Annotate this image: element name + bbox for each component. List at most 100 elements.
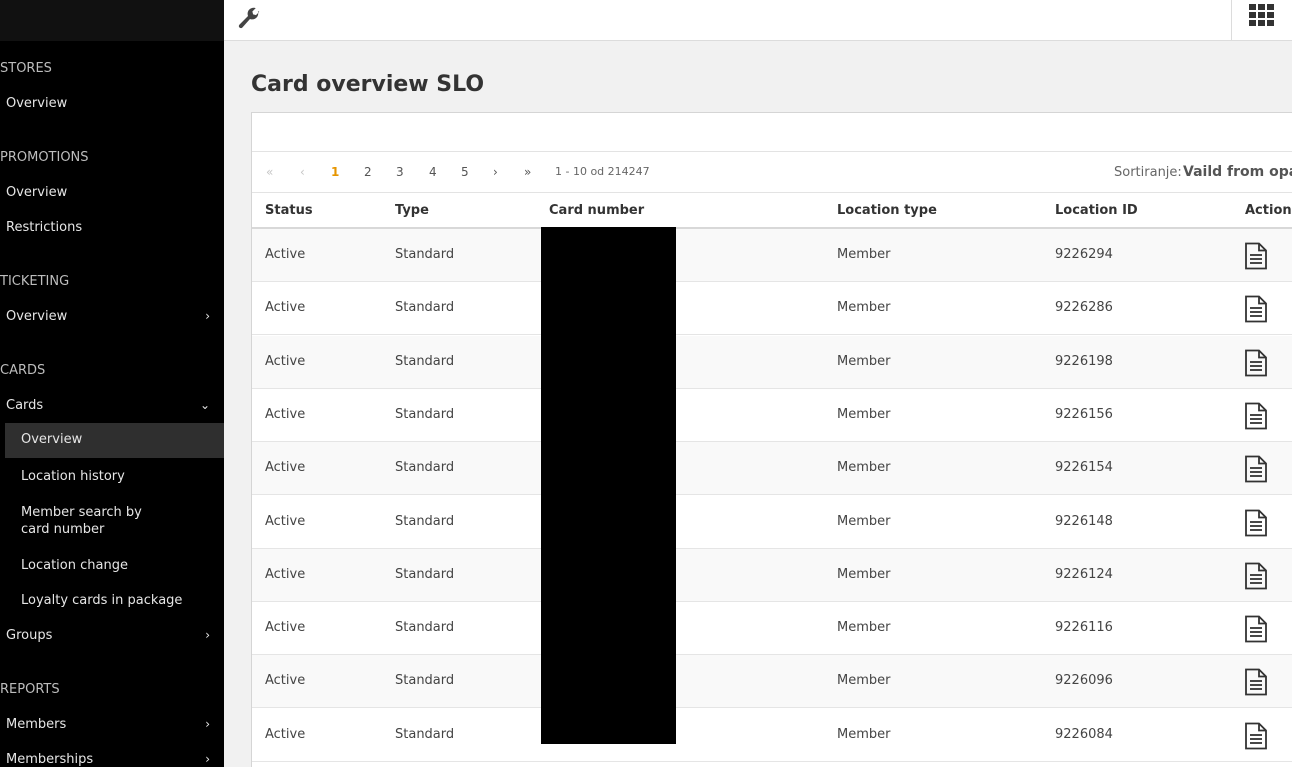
pagination-info: 1 - 10 od 214247 — [555, 165, 650, 178]
cell-location-type: Member — [837, 247, 891, 262]
last-page-button[interactable]: » — [524, 165, 531, 179]
cell-status: Active — [265, 620, 306, 636]
sidebar-item-label: Cards — [6, 398, 44, 413]
sidebar-subitem-loyalty-cards[interactable]: Loyalty cards in package — [5, 592, 224, 609]
cell-location-type: Member — [837, 460, 891, 476]
cell-location-id: 9226096 — [1055, 673, 1113, 689]
page-4-button[interactable]: 4 — [429, 165, 437, 179]
cell-type: Standard — [395, 673, 455, 689]
section-title-cards: CARDS — [0, 363, 46, 378]
table-row[interactable]: Active Standard Member 9226084 — [252, 709, 1292, 762]
sidebar-subitem-location-change[interactable]: Location change — [5, 557, 224, 574]
chevron-right-icon: › — [205, 309, 210, 323]
sidebar-item-stores-overview[interactable]: Overview — [6, 96, 224, 111]
column-header-status[interactable]: Status — [265, 203, 313, 218]
cell-location-id: 9226294 — [1055, 247, 1113, 262]
page-5-button[interactable]: 5 — [461, 165, 469, 179]
cell-type: Standard — [395, 300, 455, 316]
document-icon[interactable] — [1244, 295, 1268, 323]
cell-location-id: 9226124 — [1055, 566, 1113, 582]
document-icon[interactable] — [1244, 455, 1268, 483]
cell-type: Standard — [395, 620, 455, 636]
column-header-location-id[interactable]: Location ID — [1055, 203, 1138, 218]
cell-type: Standard — [395, 460, 455, 476]
document-icon[interactable] — [1244, 402, 1268, 430]
page-3-button[interactable]: 3 — [396, 165, 404, 179]
column-header-card-number[interactable]: Card number — [549, 203, 644, 218]
section-title-stores: STORES — [0, 61, 52, 76]
document-icon[interactable] — [1244, 615, 1268, 643]
cell-location-type: Member — [837, 406, 891, 422]
column-header-type[interactable]: Type — [395, 203, 429, 218]
cell-status: Active — [265, 406, 306, 422]
column-header-location-type[interactable]: Location type — [837, 203, 937, 218]
cell-location-type: Member — [837, 513, 891, 529]
sort-label: Sortiranje: — [1114, 165, 1182, 180]
page-1-button[interactable]: 1 — [331, 165, 339, 179]
table-row[interactable]: Active Standard Member 9226154 — [252, 442, 1292, 496]
table-row[interactable]: Active Standard Member 9226148 — [252, 496, 1292, 549]
table-row[interactable]: Active Standard Member 9226294 — [252, 229, 1292, 282]
wrench-icon[interactable] — [236, 5, 262, 31]
sidebar-header — [0, 0, 224, 41]
cell-status: Active — [265, 726, 306, 742]
table-row[interactable]: Active Standard Member 9226286 — [252, 282, 1292, 336]
table-row[interactable]: Active Standard Member 9226198 — [252, 335, 1292, 389]
page-title: Card overview SLO — [251, 72, 485, 97]
cell-location-id: 9226198 — [1055, 353, 1113, 369]
sidebar-subitem-member-search[interactable]: Member search by card number — [5, 504, 224, 538]
cell-location-type: Member — [837, 300, 891, 316]
section-title-promotions: PROMOTIONS — [0, 150, 89, 165]
apps-grid-icon — [1249, 4, 1274, 26]
sidebar-item-groups[interactable]: Groups › — [6, 628, 224, 643]
document-icon[interactable] — [1244, 349, 1268, 377]
first-page-button[interactable]: « — [266, 165, 273, 179]
sidebar-item-cards[interactable]: Cards ⌄ — [6, 398, 224, 413]
sidebar-subitem-overview[interactable]: Overview — [5, 423, 224, 458]
page-2-button[interactable]: 2 — [364, 165, 372, 179]
pagination-bar: « ‹ 1 2 3 4 5 › » 1 - 10 od 214247 Sorti… — [252, 153, 1292, 193]
sidebar-item-restrictions[interactable]: Restrictions — [6, 220, 224, 235]
cell-status: Active — [265, 513, 306, 529]
next-page-button[interactable]: › — [493, 165, 498, 179]
document-icon[interactable] — [1244, 509, 1268, 537]
table-row[interactable]: Active Standard Member 9226116 — [252, 602, 1292, 656]
sidebar-item-ticketing-overview[interactable]: Overview › — [6, 309, 224, 324]
cell-status: Active — [265, 353, 306, 369]
card-number-redaction — [541, 227, 676, 744]
cell-location-type: Member — [837, 566, 891, 582]
table-row[interactable]: Active Standard Member 9226124 — [252, 548, 1292, 602]
table-row[interactable]: Active Standard Member 9226096 — [252, 655, 1292, 709]
cell-type: Standard — [395, 726, 455, 742]
card-overview-panel: « ‹ 1 2 3 4 5 › » 1 - 10 od 214247 Sorti… — [251, 112, 1292, 767]
cell-status: Active — [265, 673, 306, 689]
document-icon[interactable] — [1244, 562, 1268, 590]
cell-location-type: Member — [837, 620, 891, 636]
apps-grid-button[interactable] — [1231, 0, 1292, 40]
sort-select[interactable]: Vaild from opada — [1183, 164, 1292, 180]
cell-location-id: 9226154 — [1055, 460, 1113, 476]
cell-status: Active — [265, 300, 306, 316]
prev-page-button[interactable]: ‹ — [300, 165, 305, 179]
sidebar-item-memberships[interactable]: Memberships › — [6, 752, 224, 767]
panel-header — [252, 113, 1292, 152]
chevron-right-icon: › — [205, 752, 210, 766]
sidebar-subitem-location-history[interactable]: Location history — [5, 468, 224, 485]
cell-status: Active — [265, 247, 306, 262]
document-icon[interactable] — [1244, 668, 1268, 696]
document-icon[interactable] — [1244, 722, 1268, 750]
table-row[interactable]: Active Standard Member 9226156 — [252, 389, 1292, 442]
document-icon[interactable] — [1244, 242, 1268, 270]
cell-location-type: Member — [837, 673, 891, 689]
cell-status: Active — [265, 566, 306, 582]
cell-location-id: 9226116 — [1055, 620, 1113, 636]
topbar — [224, 0, 1292, 41]
chevron-down-icon: ⌄ — [199, 398, 210, 412]
section-title-reports: REPORTS — [0, 682, 60, 697]
sidebar-item-members[interactable]: Members › — [6, 717, 224, 732]
sidebar-item-promotions-overview[interactable]: Overview — [6, 185, 224, 200]
cell-type: Standard — [395, 247, 455, 262]
table-header: Status Type Card number Location type Lo… — [252, 193, 1292, 229]
section-title-ticketing: TICKETING — [0, 274, 70, 289]
sidebar-item-label: Memberships — [6, 752, 94, 767]
